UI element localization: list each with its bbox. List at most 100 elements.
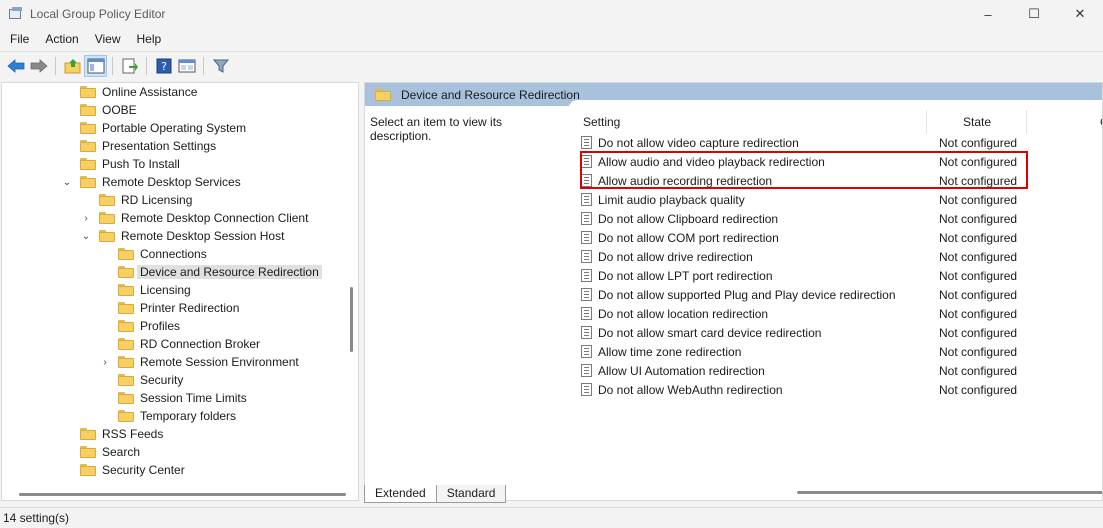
setting-row[interactable]: Limit audio playback quality Not configur… (581, 190, 1101, 209)
show-hide-tree-button[interactable] (84, 54, 107, 77)
close-button[interactable]: ✕ (1057, 0, 1103, 28)
folder-icon (118, 356, 134, 368)
tree-item-presentation-settings[interactable]: Presentation Settings (80, 137, 216, 155)
tree-item-portable-operating-system[interactable]: Portable Operating System (80, 119, 246, 137)
tree-item-oobe[interactable]: OOBE (80, 101, 137, 119)
tree-item-online-assistance[interactable]: Online Assistance (80, 83, 197, 101)
toolbar-separator (203, 56, 204, 75)
settings-list[interactable]: Setting State C Do not allow video captu… (568, 100, 1102, 494)
policy-setting-icon (581, 231, 592, 244)
export-list-button[interactable] (118, 55, 141, 77)
setting-row[interactable]: Allow audio recording redirection Not con… (581, 171, 1101, 190)
tree-item-remote-desktop-services[interactable]: ⌄ Remote Desktop Services (61, 173, 241, 191)
folder-icon (118, 302, 134, 314)
list-horizontal-scrollbar[interactable] (797, 491, 1102, 494)
setting-row[interactable]: Allow audio and video playback redirecti… (581, 152, 1101, 171)
tab-standard[interactable]: Standard (435, 485, 507, 503)
svg-text:?: ? (161, 60, 167, 73)
filter-button[interactable] (209, 55, 232, 77)
up-one-level-button[interactable] (61, 55, 84, 77)
group-policy-app-icon (9, 7, 23, 21)
menu-view[interactable]: View (87, 28, 129, 50)
tree-horizontal-scrollbar[interactable] (19, 493, 346, 496)
folder-icon (80, 86, 96, 98)
column-divider[interactable] (1026, 110, 1027, 134)
policy-setting-icon (581, 383, 592, 396)
tree-item-printer-redirection[interactable]: Printer Redirection (118, 299, 239, 317)
chevron-right-icon[interactable]: › (99, 353, 111, 371)
properties-button[interactable] (175, 55, 198, 77)
folder-icon (99, 194, 115, 206)
show-hide-tree-icon (87, 58, 104, 73)
tree-item-temporary-folders[interactable]: Temporary folders (118, 407, 236, 425)
tree-item-search[interactable]: Search (80, 443, 140, 461)
description-text: Select an item to view its description. (370, 115, 503, 143)
policy-setting-icon (581, 174, 592, 187)
tree-item-rd-connection-broker[interactable]: RD Connection Broker (118, 335, 260, 353)
folder-icon (99, 230, 115, 242)
forward-button[interactable] (27, 55, 50, 77)
tree-pane[interactable]: Online Assistance OOBE Portable Operatin… (1, 82, 359, 501)
folder-icon (99, 212, 115, 224)
column-header-setting[interactable]: Setting (583, 110, 923, 134)
column-divider[interactable] (926, 110, 927, 134)
folder-icon (118, 284, 134, 296)
menu-action[interactable]: Action (37, 28, 86, 50)
setting-row[interactable]: Do not allow Clipboard redirection Not co… (581, 209, 1101, 228)
chevron-down-icon[interactable]: ⌄ (61, 173, 73, 191)
folder-icon (80, 140, 96, 152)
setting-row[interactable]: Do not allow smart card device redirecti… (581, 323, 1101, 342)
details-header-title: Device and Resource Redirection (401, 87, 580, 102)
details-pane: Device and Resource Redirection Select a… (364, 82, 1103, 501)
folder-icon (118, 392, 134, 404)
setting-row[interactable]: Do not allow WebAuthn redirection Not con… (581, 380, 1101, 399)
folder-icon (118, 410, 134, 422)
tree-item-device-and-resource-redirection[interactable]: Device and Resource Redirection (118, 263, 322, 281)
tree-vertical-scrollbar[interactable] (350, 287, 353, 352)
tree-item-remote-desktop-connection-client[interactable]: › Remote Desktop Connection Client (80, 209, 308, 227)
tree-item-remote-desktop-session-host[interactable]: ⌄ Remote Desktop Session Host (80, 227, 285, 245)
toolbar-separator (146, 56, 147, 75)
tree-item-security-center[interactable]: Security Center (80, 461, 185, 479)
setting-row[interactable]: Do not allow LPT port redirection Not con… (581, 266, 1101, 285)
setting-row[interactable]: Do not allow COM port redirection Not con… (581, 228, 1101, 247)
tree-item-remote-session-environment[interactable]: › Remote Session Environment (99, 353, 298, 371)
tree-item-connections[interactable]: Connections (118, 245, 207, 263)
minimize-button[interactable]: – (965, 0, 1011, 28)
setting-row[interactable]: Allow UI Automation redirection Not confi… (581, 361, 1101, 380)
setting-row[interactable]: Do not allow drive redirection Not config… (581, 247, 1101, 266)
tree-item-security[interactable]: Security (118, 371, 183, 389)
tree-item-rd-licensing[interactable]: RD Licensing (99, 191, 192, 209)
chevron-right-icon[interactable]: › (80, 209, 92, 227)
setting-row[interactable]: Do not allow video capture redirection No… (581, 133, 1101, 152)
menu-help[interactable]: Help (129, 28, 170, 50)
filter-icon (212, 59, 229, 73)
folder-icon (80, 158, 96, 170)
window-controls: – ☐ ✕ (965, 0, 1103, 28)
setting-row[interactable]: Do not allow supported Plug and Play dev… (581, 285, 1101, 304)
view-tabs: Extended Standard (364, 485, 507, 503)
policy-setting-icon (581, 193, 592, 206)
menu-file[interactable]: File (0, 28, 37, 50)
tab-extended[interactable]: Extended (364, 485, 437, 503)
tree-item-profiles[interactable]: Profiles (118, 317, 180, 335)
tree-item-licensing[interactable]: Licensing (118, 281, 191, 299)
policy-setting-icon (581, 345, 592, 358)
folder-icon (80, 428, 96, 440)
toolbar: ? (0, 51, 1103, 79)
policy-setting-icon (581, 307, 592, 320)
policy-setting-icon (581, 136, 592, 149)
tree-item-rss-feeds[interactable]: RSS Feeds (80, 425, 163, 443)
setting-row[interactable]: Do not allow location redirection Not con… (581, 304, 1101, 323)
tree-item-session-time-limits[interactable]: Session Time Limits (118, 389, 247, 407)
folder-icon (118, 338, 134, 350)
column-header-state[interactable]: State (963, 110, 1023, 134)
help-button[interactable]: ? (152, 55, 175, 77)
chevron-down-icon[interactable]: ⌄ (80, 227, 92, 245)
tree-item-push-to-install[interactable]: Push To Install (80, 155, 180, 173)
folder-icon (118, 374, 134, 386)
maximize-button[interactable]: ☐ (1011, 0, 1057, 28)
setting-row[interactable]: Allow time zone redirection Not configure… (581, 342, 1101, 361)
back-button[interactable] (4, 55, 27, 77)
folder-icon (80, 104, 96, 116)
